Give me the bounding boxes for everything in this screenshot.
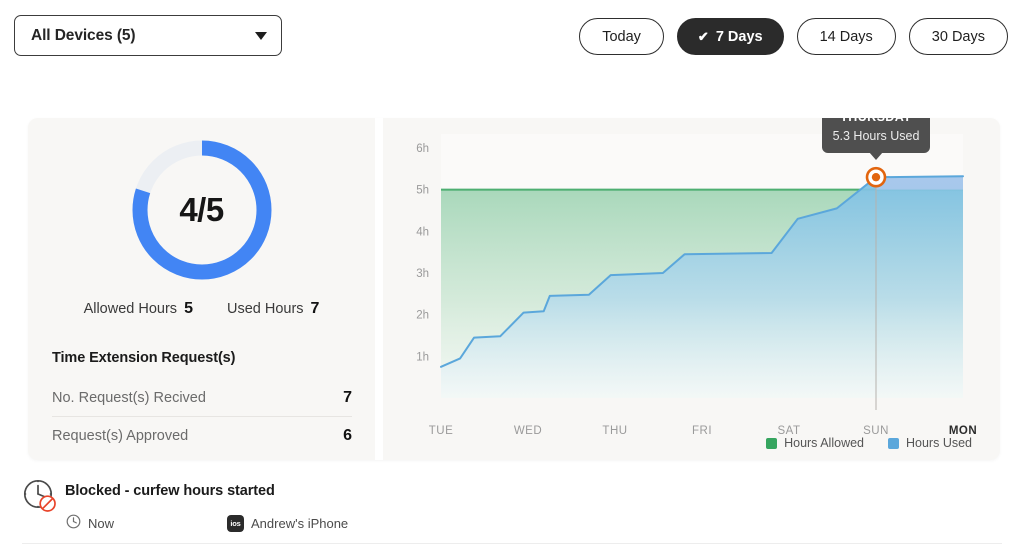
notification-title: Blocked - curfew hours started xyxy=(65,483,275,499)
time-range-group: Today ✔ 7 Days 14 Days 30 Days xyxy=(579,18,1008,55)
range-30days-button[interactable]: 30 Days xyxy=(908,18,1008,55)
range-today-label: Today xyxy=(602,28,641,45)
requests-received-value: 7 xyxy=(343,389,352,406)
used-hours-label: Used Hours xyxy=(226,301,304,317)
notification-time: Now xyxy=(66,514,114,532)
requests-received-label: No. Request(s) Recived xyxy=(52,390,206,406)
usage-donut-chart: 4/5 xyxy=(124,132,280,288)
notification-divider xyxy=(22,543,1002,544)
usage-area-chart: 1h2h3h4h5h6h TUE WED THU FRI SAT SUN MON xyxy=(416,134,977,437)
notification-meta: Now ios Andrew's iPhone xyxy=(66,514,348,532)
requests-approved-value: 6 xyxy=(343,427,352,444)
time-extension-title: Time Extension Request(s) xyxy=(52,350,236,366)
device-selector[interactable]: All Devices (5) xyxy=(14,15,282,56)
requests-approved-row: Request(s) Approved 6 xyxy=(52,416,352,454)
legend-swatch-allowed xyxy=(766,437,778,449)
range-14days-label: 14 Days xyxy=(819,28,873,45)
hours-summary-row: Allowed Hours 5 Used Hours 7 xyxy=(28,300,375,318)
chart-area: 1h2h3h4h5h6h TUEWEDTHUFRISATSUNMON THURS… xyxy=(383,118,1000,460)
clock-blocked-icon xyxy=(22,478,59,520)
allowed-hours-value: 5 xyxy=(184,300,193,317)
donut-wrap: 4/5 xyxy=(28,132,375,288)
x-axis-label-thu: THU xyxy=(602,425,627,437)
svg-text:5h: 5h xyxy=(416,185,429,197)
requests-approved-label: Request(s) Approved xyxy=(52,428,189,444)
x-axis-label-wed: WED xyxy=(514,425,542,437)
requests-received-row: No. Request(s) Recived 7 xyxy=(52,379,352,416)
usage-card: 4/5 Allowed Hours 5 Used Hours 7 Time Ex… xyxy=(28,118,1000,460)
legend-hours-allowed: Hours Allowed xyxy=(766,436,864,450)
allowed-hours-label: Allowed Hours xyxy=(83,301,178,317)
notification-row[interactable]: Blocked - curfew hours started Now ios A… xyxy=(14,472,1010,544)
notification-device-label: Andrew's iPhone xyxy=(251,515,349,531)
chart-plot xyxy=(440,134,964,410)
usage-chart-panel: 1h2h3h4h5h6h TUEWEDTHUFRISATSUNMON THURS… xyxy=(383,118,1000,460)
donut-center-label: 4/5 xyxy=(179,191,224,228)
tooltip-arrow xyxy=(869,152,883,161)
svg-text:6h: 6h xyxy=(416,143,429,155)
time-extension-section: Time Extension Request(s) No. Request(s)… xyxy=(52,350,352,454)
tooltip-day: THURSDAY xyxy=(832,118,920,124)
svg-text:2h: 2h xyxy=(416,310,429,322)
dashboard-page: All Devices (5) Today ✔ 7 Days 14 Days 3… xyxy=(0,0,1024,550)
x-axis-label-fri: FRI xyxy=(692,425,712,437)
used-hours-value: 7 xyxy=(310,300,320,317)
chart-tooltip: THURSDAY 5.3 Hours Used xyxy=(822,118,930,161)
device-selector-label: All Devices (5) xyxy=(31,26,136,44)
svg-text:4h: 4h xyxy=(416,226,429,238)
svg-text:1h: 1h xyxy=(416,351,429,363)
ios-badge-icon: ios xyxy=(227,514,245,532)
legend-label-allowed: Hours Allowed xyxy=(784,436,864,450)
tooltip-value: 5.3 Hours Used xyxy=(832,129,920,144)
range-today-button[interactable]: Today xyxy=(579,18,664,55)
chart-legend: Hours Allowed Hours Used xyxy=(766,436,972,450)
used-hours-stat: Used Hours 7 xyxy=(227,300,319,318)
notification-time-label: Now xyxy=(88,515,115,531)
chart-y-axis: 1h 2h 3h 4h 5h 6h xyxy=(416,143,429,363)
legend-label-used: Hours Used xyxy=(906,436,972,450)
legend-swatch-used xyxy=(888,437,899,449)
check-icon: ✔ xyxy=(697,29,709,44)
range-30days-label: 30 Days xyxy=(931,28,985,45)
notification-device: ios Andrew's iPhone xyxy=(227,514,349,532)
x-axis-label-tue: TUE xyxy=(429,425,454,437)
summary-panel: 4/5 Allowed Hours 5 Used Hours 7 Time Ex… xyxy=(28,118,375,460)
legend-hours-used: Hours Used xyxy=(888,436,972,450)
panel-divider xyxy=(375,118,383,460)
range-14days-button[interactable]: 14 Days xyxy=(796,18,896,55)
svg-text:3h: 3h xyxy=(416,268,429,280)
range-7days-label: 7 Days xyxy=(715,28,763,45)
top-toolbar: All Devices (5) Today ✔ 7 Days 14 Days 3… xyxy=(0,0,1024,70)
clock-icon xyxy=(66,514,81,532)
chevron-down-icon xyxy=(255,31,267,40)
allowed-hours-stat: Allowed Hours 5 xyxy=(84,300,193,318)
range-7days-button[interactable]: ✔ 7 Days xyxy=(676,18,784,55)
